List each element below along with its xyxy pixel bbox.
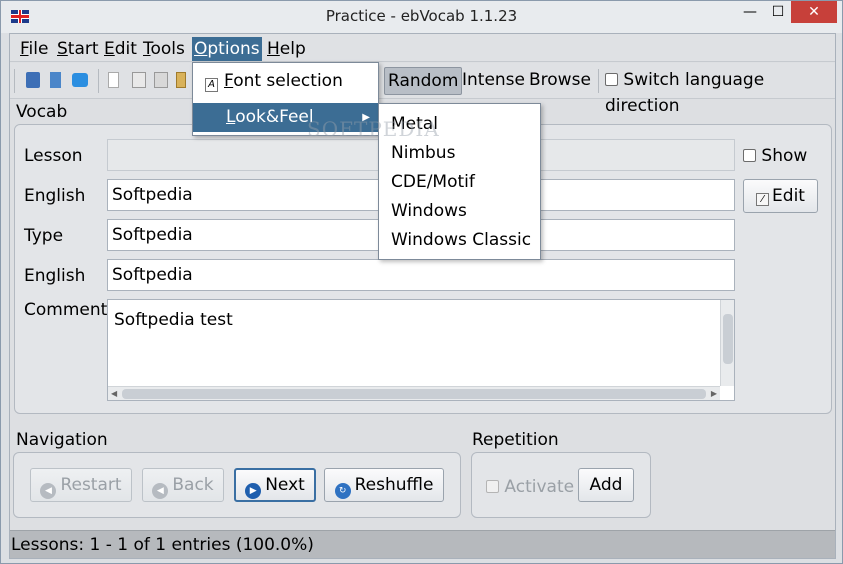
menu-help-rest: elp bbox=[279, 39, 306, 59]
app-window: Practice - ebVocab 1.1.23 — ☐ ✕ File Sta… bbox=[0, 0, 843, 564]
show-checkbox[interactable]: Show bbox=[743, 146, 807, 166]
intense-toggle[interactable]: Intense bbox=[459, 67, 528, 95]
menu-start[interactable]: Start bbox=[55, 37, 101, 61]
look-feel-mnemonic: L bbox=[226, 107, 236, 127]
add-button[interactable]: Add bbox=[578, 468, 634, 502]
rewind-icon: ◀ bbox=[40, 483, 57, 499]
close-button[interactable]: ✕ bbox=[791, 1, 837, 23]
horizontal-scroll-thumb[interactable] bbox=[122, 389, 706, 399]
menu-help[interactable]: Help bbox=[265, 37, 308, 61]
font-selection-item[interactable]: A Font selection bbox=[193, 67, 378, 96]
scroll-right-icon[interactable]: ▶ bbox=[711, 389, 717, 398]
next-button[interactable]: ▶ Next bbox=[234, 468, 316, 502]
comment-horizontal-scrollbar[interactable]: ◀ ▶ bbox=[108, 386, 720, 400]
comment-textarea[interactable]: Softpedia test ◀ ▶ bbox=[107, 299, 735, 401]
switch-language-box[interactable] bbox=[605, 73, 618, 86]
print-icon[interactable] bbox=[154, 72, 168, 88]
toolbar-separator-2 bbox=[598, 69, 599, 93]
comment-label: Comment bbox=[24, 300, 108, 320]
repetition-group-label: Repetition bbox=[472, 430, 559, 450]
document-icon[interactable] bbox=[50, 72, 61, 88]
menu-edit[interactable]: Edit bbox=[102, 37, 139, 61]
back-arrow-icon: ◀ bbox=[152, 483, 169, 499]
play-icon: ▶ bbox=[245, 483, 262, 499]
minimize-button[interactable]: — bbox=[737, 1, 763, 23]
font-selection-mnemonic: F bbox=[224, 71, 234, 91]
type-label: Type bbox=[24, 226, 64, 246]
lookfeel-nimbus[interactable]: Nimbus bbox=[379, 139, 540, 168]
globe-icon[interactable] bbox=[26, 72, 40, 88]
switch-language-label: Switch language direction bbox=[605, 70, 765, 116]
reshuffle-button[interactable]: ↻ Reshuffle bbox=[324, 468, 444, 502]
activate-box[interactable] bbox=[486, 480, 499, 493]
reshuffle-label: Reshuffle bbox=[354, 475, 434, 495]
activate-checkbox[interactable]: Activate bbox=[486, 477, 574, 497]
menu-tools-rest: ools bbox=[150, 39, 185, 59]
lesson-label: Lesson bbox=[24, 146, 83, 166]
comment-text: Softpedia test bbox=[114, 310, 233, 330]
show-box[interactable] bbox=[743, 149, 756, 162]
scroll-left-icon[interactable]: ◀ bbox=[111, 389, 117, 398]
switch-language-checkbox[interactable]: Switch language direction bbox=[602, 67, 835, 116]
menu-options-mnemonic: O bbox=[194, 39, 208, 59]
menu-file-mnemonic: F bbox=[20, 39, 29, 59]
menu-start-mnemonic: S bbox=[57, 39, 68, 59]
client-area: File Start Edit Tools Options Help Rando… bbox=[9, 33, 836, 559]
watermark: SOFTPEDIA bbox=[307, 117, 440, 141]
window-title: Practice - ebVocab 1.1.23 bbox=[325, 7, 518, 25]
title-bar[interactable]: Practice - ebVocab 1.1.23 — ☐ ✕ bbox=[1, 1, 842, 33]
english-label-1: English bbox=[24, 186, 86, 206]
navigation-panel: ◀ Restart ◀ Back ▶ Next ↻ Reshuffle bbox=[13, 452, 461, 518]
status-bar: Lessons: 1 - 1 of 1 entries (100.0%) bbox=[10, 530, 835, 558]
back-button[interactable]: ◀ Back bbox=[142, 468, 224, 502]
random-toggle[interactable]: Random bbox=[384, 67, 463, 95]
lookfeel-cde-motif[interactable]: CDE/Motif bbox=[379, 168, 540, 197]
activate-label: Activate bbox=[504, 477, 575, 497]
comment-vertical-scrollbar[interactable] bbox=[720, 300, 734, 386]
menu-tools-mnemonic: T bbox=[143, 39, 151, 59]
back-label: Back bbox=[172, 475, 214, 495]
navigation-group-label: Navigation bbox=[16, 430, 108, 450]
vertical-scroll-thumb[interactable] bbox=[723, 314, 733, 364]
menu-edit-rest: dit bbox=[114, 39, 137, 59]
menu-help-mnemonic: H bbox=[267, 39, 280, 59]
edit-pencil-icon: ⁄ bbox=[756, 193, 770, 206]
menu-file[interactable]: File bbox=[18, 37, 50, 61]
toolbar-grip bbox=[14, 69, 15, 93]
lookfeel-windows-classic[interactable]: Windows Classic bbox=[379, 226, 540, 255]
vocab-group-label: Vocab bbox=[16, 102, 68, 122]
font-icon: A bbox=[205, 78, 218, 92]
maximize-button[interactable]: ☐ bbox=[765, 1, 791, 23]
toolbar-separator bbox=[98, 69, 99, 93]
browse-toggle[interactable]: Browse bbox=[526, 67, 594, 95]
show-label: Show bbox=[761, 146, 808, 166]
menu-options[interactable]: Options bbox=[192, 37, 262, 61]
menu-bar: File Start Edit Tools Options Help bbox=[10, 34, 835, 62]
look-feel-label: ook&Feel bbox=[235, 107, 314, 127]
menu-options-rest: ptions bbox=[207, 39, 260, 59]
folder-icon[interactable] bbox=[176, 72, 186, 88]
dropbox-icon[interactable] bbox=[72, 73, 88, 87]
menu-edit-mnemonic: E bbox=[104, 39, 115, 59]
english-field-2[interactable]: Softpedia bbox=[107, 259, 735, 291]
restart-label: Restart bbox=[60, 475, 122, 495]
menu-tools[interactable]: Tools bbox=[141, 37, 187, 61]
font-selection-label: ont selection bbox=[233, 71, 343, 91]
menu-start-rest: tart bbox=[67, 39, 99, 59]
copy-icon[interactable] bbox=[132, 72, 146, 88]
restart-button[interactable]: ◀ Restart bbox=[30, 468, 132, 502]
refresh-icon: ↻ bbox=[334, 483, 351, 499]
new-file-icon[interactable] bbox=[108, 72, 119, 88]
edit-button[interactable]: ⁄ Edit bbox=[743, 179, 818, 213]
menu-file-rest: ile bbox=[28, 39, 49, 59]
english-label-2: English bbox=[24, 266, 86, 286]
next-label: Next bbox=[265, 475, 305, 495]
edit-label: Edit bbox=[772, 186, 805, 206]
repetition-panel: Activate Add bbox=[471, 452, 651, 518]
lookfeel-windows[interactable]: Windows bbox=[379, 197, 540, 226]
toolbar: Random Intense Browse Switch language di… bbox=[10, 63, 835, 116]
